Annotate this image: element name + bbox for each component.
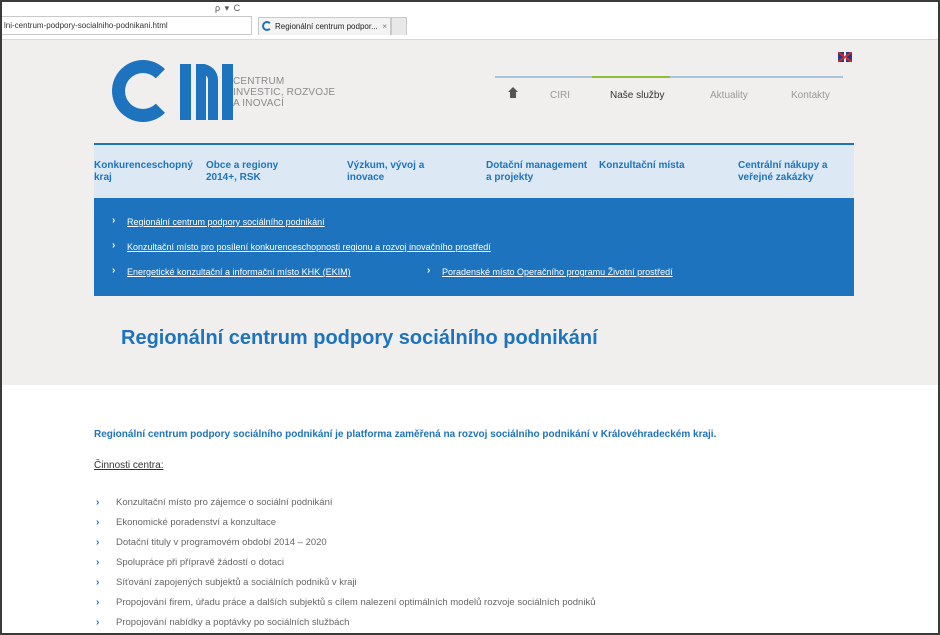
logo-letter-i bbox=[222, 64, 233, 120]
chevron-right-icon: › bbox=[112, 265, 116, 276]
category-label: inovace bbox=[347, 172, 385, 183]
chevron-right-icon: › bbox=[96, 557, 100, 568]
chevron-right-icon: › bbox=[96, 537, 100, 548]
tab-title: Regionální centrum podpor... bbox=[275, 22, 378, 31]
category-centralni-nakupy[interactable]: Centrální nákupy a veřejné zakázky bbox=[738, 160, 827, 184]
list-item: › Spolupráce při přípravě žádostí o dotac… bbox=[94, 553, 595, 573]
list-item-text: Síťování zapojených subjektů a sociálníc… bbox=[116, 577, 357, 588]
nav-item-aktuality[interactable]: Aktuality bbox=[710, 90, 748, 101]
category-label: Konzultační místa bbox=[599, 160, 685, 171]
category-label: Centrální nákupy a bbox=[738, 160, 828, 171]
list-item-text: Spolupráce při přípravě žádostí o dotaci bbox=[116, 557, 284, 568]
logo-line: INVESTIC, ROZVOJE bbox=[233, 87, 336, 98]
list-item: › Dotační tituly v programovém období 201… bbox=[94, 533, 595, 553]
address-bar[interactable]: lni-centrum-podpory-socialniho-podnikani… bbox=[2, 16, 252, 35]
chevron-right-icon: › bbox=[96, 497, 100, 508]
category-label: veřejné zakázky bbox=[738, 172, 814, 183]
list-item: › Konzultační místo pro zájemce o sociáln… bbox=[94, 493, 595, 513]
logo-letter-r bbox=[196, 64, 218, 120]
logo-letter-c bbox=[112, 60, 174, 122]
list-item: › Propojování firem, úřadu práce a dalšíc… bbox=[94, 593, 595, 613]
list-item: › Propojování nabídky a poptávky po sociá… bbox=[94, 613, 595, 633]
category-label: Obce a regiony bbox=[206, 160, 279, 171]
list-item-text: Dotační tituly v programovém období 2014… bbox=[116, 537, 327, 548]
submenu-link[interactable]: Energetické konzultační a informační mís… bbox=[127, 267, 351, 277]
chevron-right-icon: › bbox=[96, 617, 100, 628]
logo-line: CENTRUM bbox=[233, 76, 285, 87]
list-item-text: Propojování firem, úřadu práce a dalších… bbox=[116, 597, 596, 608]
chevron-right-icon: › bbox=[96, 517, 100, 528]
category-vyzkum-vyvoj[interactable]: Výzkum, vývoj a inovace bbox=[347, 160, 424, 184]
chevron-right-icon: › bbox=[112, 215, 116, 226]
list-item: › Ekonomické poradenství a konzultace bbox=[94, 513, 595, 533]
list-item-text: Ekonomické poradenství a konzultace bbox=[116, 517, 277, 528]
home-icon[interactable] bbox=[508, 87, 518, 99]
chevron-right-icon: › bbox=[427, 265, 431, 276]
submenu-link[interactable]: Regionální centrum podpory sociálního po… bbox=[127, 217, 325, 227]
browser-toolbar: lni-centrum-podpory-socialniho-podnikani… bbox=[2, 2, 938, 40]
category-label: Dotační management bbox=[486, 160, 588, 171]
category-bar: Konkurenceschopný kraj Obce a regiony 20… bbox=[94, 143, 854, 198]
submenu-link[interactable]: Konzultační místo pro posílení konkurenc… bbox=[127, 242, 491, 252]
list-item: › Síťování zapojených subjektů a sociální… bbox=[94, 573, 595, 593]
chevron-right-icon: › bbox=[112, 240, 116, 251]
browser-tab[interactable]: Regionální centrum podpor... × bbox=[258, 17, 391, 35]
nav-item-nase-sluzby[interactable]: Naše služby bbox=[610, 90, 664, 101]
list-item-text: Konzultační místo pro zájemce o sociální… bbox=[116, 497, 333, 508]
logo-line: A INOVACÍ bbox=[233, 98, 285, 109]
page-title: Regionální centrum podpory sociálního po… bbox=[121, 327, 598, 349]
new-tab-button[interactable] bbox=[391, 17, 407, 35]
submenu-link[interactable]: Poradenské místo Operačního programu Živ… bbox=[442, 267, 673, 277]
web-page: CENTRUM INVESTIC, ROZVOJE A INOVACÍ CIRI… bbox=[2, 40, 938, 633]
nav-item-kontakty[interactable]: Kontakty bbox=[791, 90, 830, 101]
chevron-right-icon: › bbox=[96, 597, 100, 608]
tab-close-icon[interactable]: × bbox=[382, 18, 387, 35]
logo-letter-i bbox=[180, 64, 191, 120]
category-konkurenceschopny-kraj[interactable]: Konkurenceschopný kraj bbox=[94, 160, 193, 184]
nav-item-ciri[interactable]: CIRI bbox=[550, 90, 570, 101]
intro-text: Regionální centrum podpory sociálního po… bbox=[94, 429, 717, 440]
list-item-text: Propojování nabídky a poptávky po sociál… bbox=[116, 617, 350, 628]
section-title: Činnosti centra: bbox=[94, 460, 164, 471]
favicon-icon bbox=[262, 21, 272, 31]
active-indicator bbox=[592, 76, 670, 78]
category-label: Konkurenceschopný bbox=[94, 160, 193, 171]
category-label: a projekty bbox=[486, 172, 534, 183]
search-refresh-icons[interactable]: ρ ▾ C bbox=[215, 3, 241, 14]
logo-tagline: CENTRUM INVESTIC, ROZVOJE A INOVACÍ bbox=[233, 76, 335, 109]
category-obce-a-regiony[interactable]: Obce a regiony 2014+, RSK bbox=[206, 160, 278, 184]
main-navigation: CIRI Naše služby Aktuality Kontakty bbox=[495, 76, 843, 110]
category-konzultacni-mista[interactable]: Konzultační místa bbox=[599, 160, 685, 172]
ciri-logo[interactable] bbox=[112, 60, 233, 122]
category-label: kraj bbox=[94, 172, 112, 183]
category-label: Výzkum, vývoj a bbox=[347, 160, 425, 171]
category-dotacni-management[interactable]: Dotační management a projekty bbox=[486, 160, 587, 184]
submenu-panel: › Regionální centrum podpory sociálního … bbox=[94, 198, 854, 296]
chevron-right-icon: › bbox=[96, 577, 100, 588]
english-flag-icon[interactable] bbox=[838, 52, 852, 62]
category-label: 2014+, RSK bbox=[206, 172, 261, 183]
activities-list: › Konzultační místo pro zájemce o sociáln… bbox=[94, 493, 595, 633]
